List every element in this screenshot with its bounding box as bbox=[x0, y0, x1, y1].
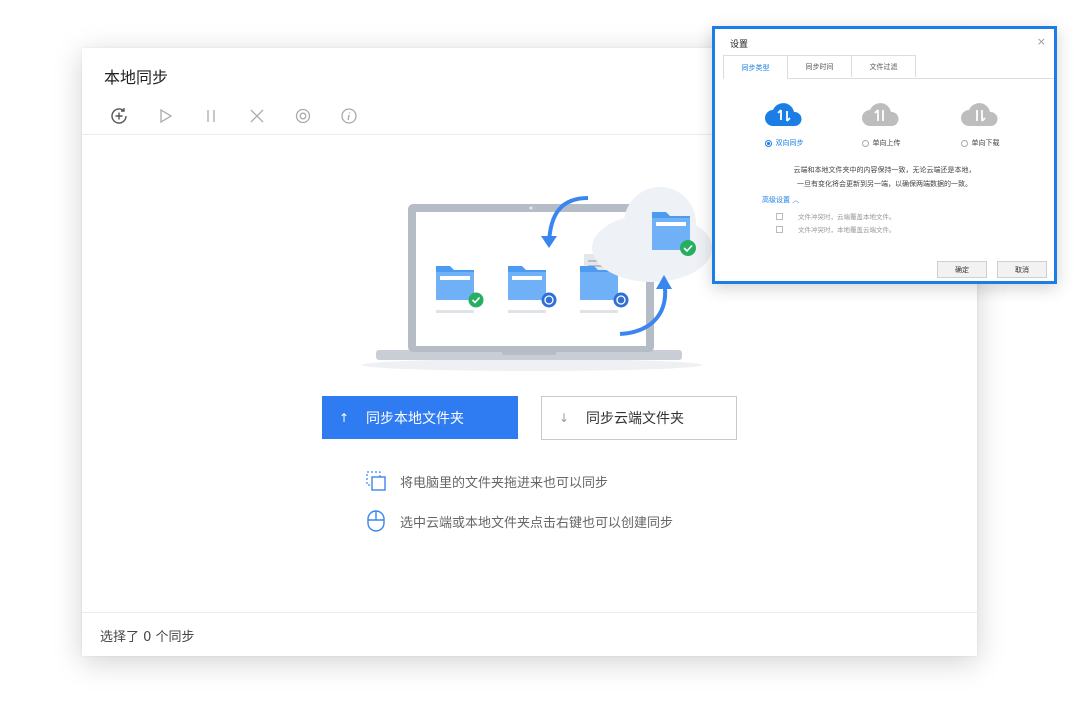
up-arrow-icon: ↑ bbox=[338, 410, 350, 425]
sync-local-folder-button[interactable]: ↑ 同步本地文件夹 bbox=[322, 396, 518, 439]
window-title: 本地同步 bbox=[104, 68, 169, 87]
option-download-label: 单向下载 bbox=[971, 139, 1000, 147]
hint-right-click-text: 选中云端或本地文件夹点击右键也可以创建同步 bbox=[400, 515, 674, 531]
hint-right-click: 选中云端或本地文件夹点击右键也可以创建同步 bbox=[364, 509, 673, 533]
radio-upload[interactable] bbox=[861, 139, 869, 147]
tab-sync-time[interactable]: 同步时间 bbox=[787, 55, 852, 77]
checkbox-cloud-overwrite-label: 文件冲突时，云端覆盖本地文件。 bbox=[798, 213, 896, 221]
option-upload[interactable]: 单向上传 bbox=[836, 100, 926, 148]
start-icon[interactable] bbox=[142, 104, 188, 128]
hint-drag: 将电脑里的文件夹拖进来也可以同步 bbox=[364, 469, 608, 493]
checkbox-cloud-overwrite[interactable] bbox=[776, 212, 783, 220]
tab-sync-type[interactable]: 同步类型 bbox=[723, 55, 788, 79]
option-upload-label: 单向上传 bbox=[872, 139, 901, 147]
delete-icon[interactable] bbox=[234, 104, 280, 128]
status-text: 选择了 0 个同步 bbox=[100, 630, 195, 645]
sync-illustration bbox=[352, 158, 732, 388]
description-line-1: 云端和本地文件夹中的内容保持一致，无论云端还是本地， bbox=[793, 166, 976, 174]
upload-cloud-icon bbox=[862, 103, 899, 126]
checkbox-row-cloud-overwrite[interactable]: 文件冲突时，云端覆盖本地文件。 bbox=[776, 211, 896, 221]
sync-cloud-folder-label: 同步云端文件夹 bbox=[586, 411, 684, 427]
sync-local-folder-label: 同步本地文件夹 bbox=[366, 410, 464, 427]
info-icon[interactable] bbox=[326, 104, 372, 128]
dialog-tabs: 同步类型 同步时间 文件过滤 bbox=[723, 55, 1054, 79]
checkbox-row-local-overwrite[interactable]: 文件冲突时，本地覆盖云端文件。 bbox=[776, 224, 896, 234]
download-cloud-icon bbox=[961, 103, 998, 126]
description-line-2: 一旦有变化将会更新到另一端，以确保两端数据的一致。 bbox=[797, 180, 972, 188]
ok-button[interactable]: 确定 bbox=[937, 261, 987, 278]
checkbox-local-overwrite-label: 文件冲突时，本地覆盖云端文件。 bbox=[798, 226, 896, 234]
settings-dialog: 设置 × 同步类型 同步时间 文件过滤 双向同步 单向上传 单向下载 云端和本地… bbox=[712, 26, 1057, 284]
footer-divider bbox=[82, 612, 977, 613]
option-two-way-label: 双向同步 bbox=[775, 139, 804, 147]
cancel-button[interactable]: 取消 bbox=[997, 261, 1047, 278]
hint-drag-text: 将电脑里的文件夹拖进来也可以同步 bbox=[400, 475, 609, 491]
drag-folder-icon bbox=[364, 469, 388, 493]
two-way-cloud-icon bbox=[765, 103, 802, 126]
sync-cloud-folder-button[interactable]: ↓ 同步云端文件夹 bbox=[541, 396, 737, 440]
advanced-settings-toggle[interactable]: 高级设置 ︿ bbox=[762, 195, 799, 205]
dialog-title: 设置 bbox=[730, 40, 749, 50]
close-icon[interactable]: × bbox=[1037, 35, 1046, 48]
settings-icon[interactable] bbox=[280, 104, 326, 128]
radio-two-way[interactable] bbox=[764, 139, 772, 147]
add-sync-icon[interactable] bbox=[96, 104, 142, 128]
tab-file-filter[interactable]: 文件过滤 bbox=[851, 55, 916, 77]
option-two-way[interactable]: 双向同步 bbox=[739, 100, 829, 148]
checkbox-local-overwrite[interactable] bbox=[776, 225, 783, 233]
radio-download[interactable] bbox=[960, 139, 968, 147]
toolbar bbox=[96, 104, 372, 128]
option-download[interactable]: 单向下载 bbox=[935, 100, 1025, 148]
pause-icon[interactable] bbox=[188, 104, 234, 128]
mouse-icon bbox=[364, 509, 388, 533]
down-arrow-icon: ↓ bbox=[558, 411, 570, 425]
